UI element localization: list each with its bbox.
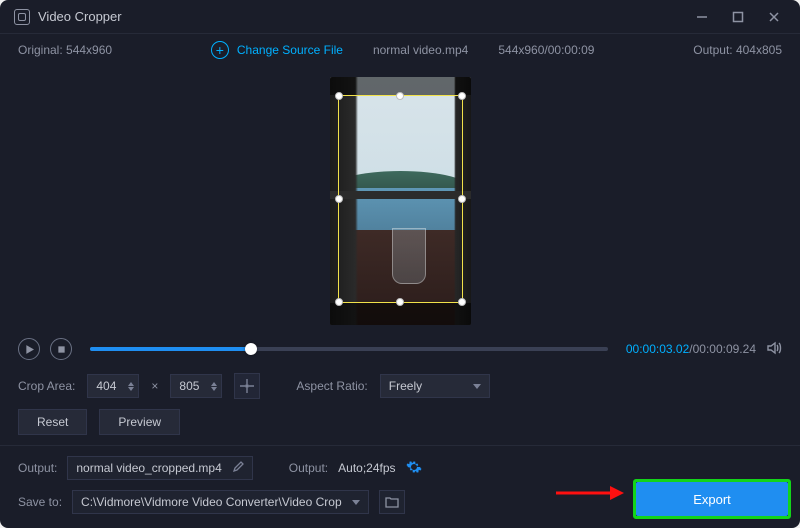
multiply-symbol: × [151,379,158,393]
chevron-down-icon [473,384,481,389]
save-path-select[interactable]: C:\Vidmore\Vidmore Video Converter\Video… [72,490,369,514]
pencil-icon [232,461,244,473]
action-buttons-row: Reset Preview [0,409,800,445]
volume-icon [766,340,782,356]
height-stepper[interactable] [211,382,217,391]
gear-icon [406,459,422,475]
original-size-label: Original: 544x960 [18,43,112,57]
plus-circle-icon: + [211,41,229,59]
crop-handle-br[interactable] [458,298,466,306]
crop-rectangle[interactable] [338,95,463,303]
app-window: Video Cropper Original: 544x960 + Change… [0,0,800,528]
output-panel: Output: normal video_cropped.mp4 Output:… [0,446,800,528]
output-format-value: Auto;24fps [338,461,395,475]
change-source-file-button[interactable]: + Change Source File [211,41,343,59]
aspect-ratio-label: Aspect Ratio: [296,379,367,393]
crop-handle-tm[interactable] [396,92,404,100]
aspect-ratio-select[interactable]: Freely [380,374,490,398]
edit-filename-button[interactable] [232,461,244,476]
change-source-label: Change Source File [237,43,343,57]
play-bar: 00:00:03.02/00:00:09.24 [0,331,800,367]
crop-handle-bl[interactable] [335,298,343,306]
crop-handle-bm[interactable] [396,298,404,306]
minimize-button[interactable] [684,0,720,34]
preview-button[interactable]: Preview [99,409,180,435]
volume-button[interactable] [766,340,782,359]
source-dims-time: 544x960/00:00:09 [498,43,594,57]
crop-height-input[interactable]: 805 [170,374,222,398]
reset-button[interactable]: Reset [18,409,87,435]
output-file-label: Output: [18,461,57,475]
maximize-button[interactable] [720,0,756,34]
center-crop-icon [239,378,255,394]
folder-icon [385,496,399,508]
play-icon [25,345,34,354]
output-settings-button[interactable] [406,459,422,478]
stop-icon [57,345,66,354]
output-size-label: Output: 404x805 [693,43,782,57]
chevron-down-icon [352,500,360,505]
info-bar: Original: 544x960 + Change Source File n… [0,34,800,66]
crop-width-input[interactable]: 404 [87,374,139,398]
crop-area-label: Crop Area: [18,379,75,393]
app-logo-icon [14,9,30,25]
crop-handle-tl[interactable] [335,92,343,100]
stop-button[interactable] [50,338,72,360]
output-filename-field[interactable]: normal video_cropped.mp4 [67,456,252,480]
save-to-label: Save to: [18,495,62,509]
time-display: 00:00:03.02/00:00:09.24 [626,342,756,356]
crop-handle-ml[interactable] [335,195,343,203]
app-title: Video Cropper [38,9,122,24]
crop-controls: Crop Area: 404 × 805 Aspect Ratio: Freel… [0,367,800,409]
export-button[interactable]: Export [636,482,788,516]
title-bar: Video Cropper [0,0,800,34]
play-button[interactable] [18,338,40,360]
output-format-label: Output: [289,461,328,475]
seek-slider[interactable] [90,347,608,351]
crop-handle-tr[interactable] [458,92,466,100]
open-folder-button[interactable] [379,490,405,514]
crop-handle-mr[interactable] [458,195,466,203]
preview-area [0,66,800,331]
video-preview[interactable] [330,77,471,325]
close-button[interactable] [756,0,792,34]
source-filename: normal video.mp4 [373,43,468,57]
width-stepper[interactable] [128,382,134,391]
seek-knob[interactable] [245,343,257,355]
center-crop-button[interactable] [234,373,260,399]
